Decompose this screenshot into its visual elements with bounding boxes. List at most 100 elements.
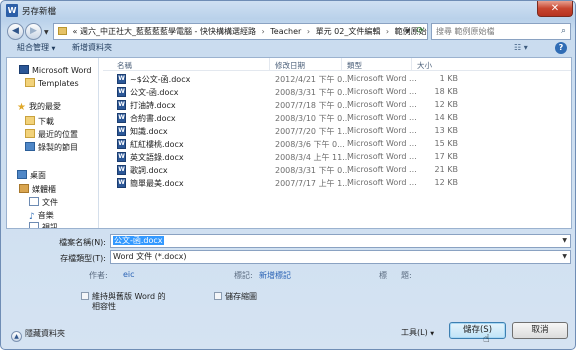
- recorded-tv-icon: [25, 142, 35, 151]
- file-date: 2012/4/21 下午 0...: [275, 75, 350, 84]
- help-icon[interactable]: ?: [555, 42, 567, 54]
- nav-item-microsoft-word[interactable]: Microsoft Word: [19, 65, 92, 75]
- nav-item-desktop[interactable]: 桌面: [17, 170, 46, 181]
- search-input[interactable]: 搜尋 範例原始檔 ⌕: [431, 23, 571, 40]
- star-icon: ★: [17, 102, 26, 113]
- recent-places-icon: [25, 129, 35, 138]
- save-thumbnail-checkbox[interactable]: 儲存縮圖: [214, 292, 257, 302]
- file-row[interactable]: W 歌詞.docx 2008/3/31 下午 0... Microsoft Wo…: [103, 164, 463, 176]
- breadcrumb-separator-icon[interactable]: ›: [304, 27, 313, 36]
- file-list[interactable]: 名稱 修改日期 類型 大小 W ~$公文-函.docx 2012/4/21 下午…: [103, 58, 571, 228]
- nav-item-libraries[interactable]: 媒體櫃: [19, 184, 56, 195]
- nav-item-label: 文件: [42, 198, 58, 207]
- cancel-button[interactable]: 取消: [512, 322, 568, 339]
- close-button[interactable]: ✕: [537, 1, 573, 17]
- nav-item-label: 錄製的節目: [38, 143, 78, 152]
- videos-icon: [29, 222, 39, 228]
- file-name: 公文-函.docx: [130, 88, 179, 97]
- search-icon: ⌕: [560, 26, 566, 36]
- tools-menu-button[interactable]: 工具(L) ▼: [401, 327, 434, 338]
- nav-item-label: 音樂: [37, 211, 54, 220]
- filename-input[interactable]: 公文-函.docx ▼: [110, 234, 571, 248]
- nav-item-label: 桌面: [30, 171, 46, 180]
- file-date: 2008/3/10 下午 0...: [275, 114, 350, 123]
- maintain-compatibility-checkbox[interactable]: 維持與舊版 Word 的: [81, 292, 166, 302]
- recent-pages-dropdown[interactable]: ▼: [44, 29, 49, 36]
- refresh-icon[interactable]: ⟳: [416, 24, 424, 39]
- search-placeholder: 搜尋 範例原始檔: [436, 27, 495, 36]
- file-row[interactable]: W 合約書.docx 2008/3/10 下午 0... Microsoft W…: [103, 112, 463, 124]
- title-label-suffix: 題:: [401, 271, 412, 280]
- nav-item-templates[interactable]: Templates: [25, 78, 79, 88]
- nav-item-downloads[interactable]: 下載: [25, 116, 54, 127]
- breadcrumb-separator-icon[interactable]: ›: [259, 27, 268, 36]
- breadcrumb-item[interactable]: 單元 02_文件編輯: [316, 27, 381, 36]
- tools-label: 工具(L): [401, 328, 428, 337]
- breadcrumb-item[interactable]: Teacher: [270, 27, 301, 36]
- file-row[interactable]: W 英文語錄.docx 2008/3/4 上午 11... Microsoft …: [103, 151, 463, 163]
- file-name: 知識.docx: [130, 127, 168, 136]
- nav-item-documents[interactable]: 文件: [29, 197, 58, 208]
- navigation-pane[interactable]: Microsoft Word Templates ★ 我的最愛 下載 最近的位置 …: [7, 58, 99, 228]
- breadcrumb-overflow[interactable]: «: [73, 27, 78, 36]
- word-document-icon: W: [117, 100, 126, 110]
- organize-button[interactable]: 組合管理 ▼: [17, 42, 55, 53]
- file-row[interactable]: W 打油詩.docx 2007/7/18 下午 0... Microsoft W…: [103, 99, 463, 111]
- breadcrumb-item[interactable]: 週六_中正社大_藍藍藍藍學電腦 - 快快構構選經路: [80, 27, 256, 36]
- folder-icon: [25, 78, 35, 87]
- nav-item-music[interactable]: ♪ 音樂: [29, 210, 54, 222]
- hide-folders-button[interactable]: ▲ 隱藏資料夾: [11, 328, 65, 342]
- column-header-date[interactable]: 修改日期: [275, 60, 305, 71]
- chevron-down-icon[interactable]: ▼: [562, 235, 567, 247]
- save-as-dialog: W 另存新檔 ✕ ◀ ▶ ▼ « 週六_中正社大_藍藍藍藍學電腦 - 快快構構選…: [0, 0, 576, 350]
- column-divider[interactable]: [341, 58, 342, 71]
- window-title: 另存新檔: [22, 7, 57, 17]
- tags-label: 標記:: [234, 271, 253, 280]
- column-divider[interactable]: [411, 58, 412, 71]
- tags-value[interactable]: 新增標記: [259, 270, 291, 281]
- file-type: Microsoft Word ...: [347, 113, 417, 122]
- column-header-size[interactable]: 大小: [417, 60, 432, 71]
- folder-icon: [58, 27, 67, 35]
- author-value[interactable]: eic: [123, 270, 135, 279]
- chevron-down-icon: ▼: [430, 331, 435, 337]
- file-row[interactable]: W 紅紅樓桃.docx 2008/3/6 下午 0... Microsoft W…: [103, 138, 463, 150]
- address-dropdown-icon[interactable]: ▼: [405, 24, 410, 39]
- breadcrumb-separator-icon[interactable]: ›: [383, 27, 392, 36]
- column-divider[interactable]: [269, 58, 270, 71]
- checkbox-icon: [81, 292, 89, 300]
- word-app-icon: W: [6, 4, 18, 17]
- nav-item-favorites[interactable]: ★ 我的最愛: [17, 101, 61, 113]
- mouse-cursor-icon: ☝: [483, 332, 490, 345]
- new-folder-button[interactable]: 新增資料夾: [72, 42, 112, 53]
- file-size: 1 KB: [439, 74, 458, 83]
- file-row[interactable]: W 知識.docx 2007/7/20 下午 1... Microsoft Wo…: [103, 125, 463, 137]
- file-type: Microsoft Word ...: [347, 74, 417, 83]
- word-document-icon: W: [117, 152, 126, 162]
- column-header-type[interactable]: 類型: [347, 60, 362, 71]
- address-bar[interactable]: « 週六_中正社大_藍藍藍藍學電腦 - 快快構構選經路 › Teacher › …: [53, 23, 428, 40]
- file-type: Microsoft Word ...: [347, 100, 417, 109]
- file-date: 2008/3/4 上午 11...: [275, 153, 350, 162]
- back-button[interactable]: ◀: [7, 23, 24, 40]
- nav-item-recent-places[interactable]: 最近的位置: [25, 129, 78, 140]
- chevron-down-icon[interactable]: ▼: [562, 251, 567, 263]
- save-button[interactable]: 儲存(S): [449, 322, 506, 339]
- word-document-icon: W: [117, 113, 126, 123]
- forward-button[interactable]: ▶: [25, 23, 42, 40]
- column-header-name[interactable]: 名稱: [117, 60, 132, 71]
- file-row[interactable]: W 簡單最美.docx 2007/7/17 上午 1... Microsoft …: [103, 177, 463, 189]
- nav-item-label: 我的最愛: [28, 102, 61, 111]
- file-row[interactable]: W 公文-函.docx 2008/3/31 下午 0... Microsoft …: [103, 86, 463, 98]
- file-size: 17 KB: [434, 152, 458, 161]
- maintain-compat-label: 維持與舊版 Word 的: [92, 292, 166, 301]
- nav-item-recorded-tv[interactable]: 錄製的節目: [25, 142, 78, 153]
- file-name: 紅紅樓桃.docx: [130, 140, 184, 149]
- nav-item-videos[interactable]: 視訊: [29, 222, 58, 228]
- file-name: 英文語錄.docx: [130, 153, 184, 162]
- filetype-select[interactable]: Word 文件 (*.docx) ▼: [110, 250, 571, 264]
- file-date: 2007/7/17 上午 1...: [275, 179, 350, 188]
- chevron-down-icon: ▼: [51, 46, 56, 52]
- file-row[interactable]: W ~$公文-函.docx 2012/4/21 下午 0... Microsof…: [103, 73, 463, 85]
- views-icon[interactable]: ☷ ▾: [514, 43, 528, 52]
